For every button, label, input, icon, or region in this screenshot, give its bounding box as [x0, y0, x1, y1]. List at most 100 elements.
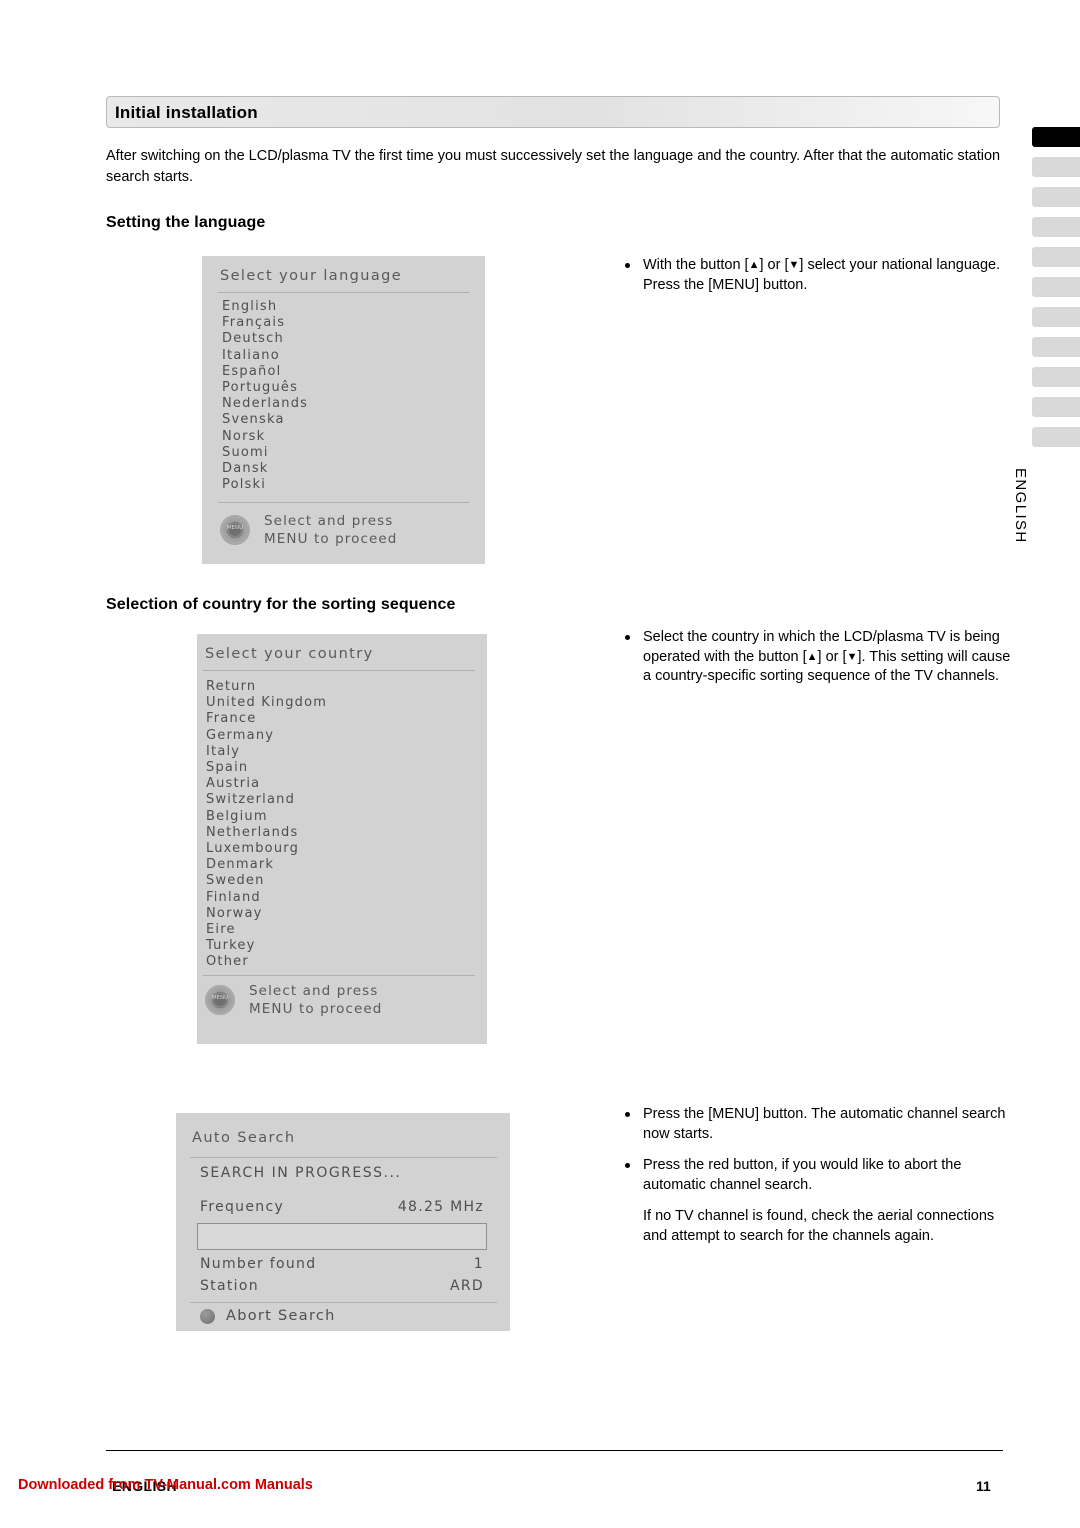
list-item[interactable]: Italy — [206, 744, 327, 760]
footer-line-1: Select and press — [249, 983, 379, 999]
list-item[interactable]: Netherlands — [206, 825, 327, 841]
list-item[interactable]: Germany — [206, 728, 327, 744]
divider — [203, 975, 475, 976]
edge-tab-active[interactable] — [1032, 127, 1080, 147]
edge-tab-8[interactable] — [1032, 337, 1080, 357]
osd-select-language: Select your language English Français De… — [202, 256, 485, 564]
list-item[interactable]: Nederlands — [222, 396, 308, 412]
download-watermark: Downloaded from TV-Manual.com Manuals — [18, 1477, 313, 1493]
frequency-label: Frequency — [200, 1199, 285, 1215]
search-progress-text: SEARCH IN PROGRESS... — [200, 1165, 402, 1181]
divider — [218, 502, 469, 503]
list-item[interactable]: Finland — [206, 890, 327, 906]
osd-language-footer-text: Select and press MENU to proceed — [264, 512, 397, 548]
station-row: Station ARD — [200, 1278, 484, 1294]
list-item[interactable]: Eire — [206, 922, 327, 938]
list-item[interactable]: Other — [206, 954, 327, 970]
navpad-label: MENU — [211, 995, 229, 1001]
page-title: Initial installation — [115, 103, 258, 122]
instructions-search: Press the [MENU] button. The automatic c… — [620, 1105, 1015, 1246]
list-item[interactable]: France — [206, 711, 327, 727]
edge-tab-4[interactable] — [1032, 217, 1080, 237]
footer-line-1: Select and press — [264, 513, 394, 529]
osd-select-country: Select your country Return United Kingdo… — [197, 634, 487, 1044]
list-item[interactable]: Return — [206, 679, 327, 695]
osd-language-title: Select your language — [220, 268, 403, 284]
bullet-text-b: ] or [ — [759, 257, 789, 273]
list-item[interactable]: Sweden — [206, 873, 327, 889]
edge-tab-7[interactable] — [1032, 307, 1080, 327]
down-arrow-icon: ▼ — [846, 650, 858, 663]
navpad-label: MENU — [226, 525, 244, 531]
list-item[interactable]: Switzerland — [206, 792, 327, 808]
navigation-pad-icon: MENU — [220, 515, 250, 545]
bullet-text-b: ] or [ — [817, 648, 847, 665]
osd-search-title: Auto Search — [192, 1130, 296, 1146]
up-arrow-icon: ▲ — [806, 650, 818, 663]
edge-tab-3[interactable] — [1032, 187, 1080, 207]
number-found-value: 1 — [473, 1256, 484, 1272]
instructions-language: With the button [▲] or [▼] select your n… — [620, 256, 1010, 307]
instructions-country: Select the country in which the LCD/plas… — [620, 628, 1015, 699]
station-value: ARD — [450, 1278, 484, 1294]
bullet-country-1: Select the country in which the LCD/plas… — [620, 628, 1015, 687]
number-found-label: Number found — [200, 1256, 317, 1272]
edge-tab-11[interactable] — [1032, 427, 1080, 447]
down-arrow-icon: ▼ — [788, 259, 800, 271]
list-item[interactable]: Norway — [206, 906, 327, 922]
heading-setting-the-language: Setting the language — [106, 214, 266, 231]
station-label: Station — [200, 1278, 259, 1294]
footer-page-number: 11 — [976, 1478, 991, 1494]
footer-divider — [106, 1450, 1003, 1451]
divider — [218, 292, 469, 293]
osd-country-list: Return United Kingdom France Germany Ita… — [206, 679, 327, 971]
bullet-search-2: Press the red button, if you would like … — [620, 1156, 1015, 1195]
footer-line-2: MENU to proceed — [264, 531, 398, 547]
osd-auto-search: Auto Search SEARCH IN PROGRESS... Freque… — [176, 1113, 510, 1331]
list-item[interactable]: Luxembourg — [206, 841, 327, 857]
divider — [190, 1157, 497, 1158]
search-progress-bar — [197, 1223, 487, 1250]
list-item[interactable]: Austria — [206, 776, 327, 792]
list-item[interactable]: Turkey — [206, 938, 327, 954]
bullet-language-1: With the button [▲] or [▼] select your n… — [620, 256, 1010, 295]
list-item[interactable]: United Kingdom — [206, 695, 327, 711]
list-item[interactable]: Español — [222, 364, 308, 380]
list-item[interactable]: Norsk — [222, 429, 308, 445]
bullet-search-1: Press the [MENU] button. The automatic c… — [620, 1105, 1015, 1144]
abort-search-button[interactable]: Abort Search — [200, 1308, 336, 1324]
footer-line-2: MENU to proceed — [249, 1001, 383, 1017]
bullet-text-a: With the button [ — [643, 257, 749, 273]
intro-paragraph: After switching on the LCD/plasma TV the… — [106, 148, 1001, 185]
list-item[interactable]: Deutsch — [222, 331, 308, 347]
list-item[interactable]: Suomi — [222, 445, 308, 461]
search-paragraph: If no TV channel is found, check the aer… — [643, 1208, 995, 1244]
edge-tab-5[interactable] — [1032, 247, 1080, 267]
list-item[interactable]: Português — [222, 380, 308, 396]
osd-country-footer-text: Select and press MENU to proceed — [249, 982, 382, 1018]
list-item[interactable]: Polski — [222, 477, 308, 493]
edge-tab-6[interactable] — [1032, 277, 1080, 297]
side-language-label: ENGLISH — [1012, 468, 1029, 544]
list-item[interactable]: Français — [222, 315, 308, 331]
edge-tab-9[interactable] — [1032, 367, 1080, 387]
frequency-row: Frequency 48.25 MHz — [200, 1199, 484, 1215]
divider — [203, 670, 475, 671]
list-item[interactable]: Svenska — [222, 412, 308, 428]
edge-tab-2[interactable] — [1032, 157, 1080, 177]
list-item[interactable]: English — [222, 299, 308, 315]
osd-language-footer: MENU Select and press MENU to proceed — [220, 512, 397, 548]
number-found-row: Number found 1 — [200, 1256, 484, 1272]
navigation-pad-icon: MENU — [205, 985, 235, 1015]
list-item[interactable]: Belgium — [206, 809, 327, 825]
edge-tab-10[interactable] — [1032, 397, 1080, 417]
osd-language-list: English Français Deutsch Italiano Españo… — [222, 299, 308, 493]
list-item[interactable]: Italiano — [222, 348, 308, 364]
up-arrow-icon: ▲ — [748, 259, 760, 271]
list-item[interactable]: Spain — [206, 760, 327, 776]
divider — [190, 1302, 497, 1303]
list-item[interactable]: Dansk — [222, 461, 308, 477]
osd-country-title: Select your country — [205, 646, 374, 662]
page-title-bar: Initial installation — [106, 96, 1000, 128]
list-item[interactable]: Denmark — [206, 857, 327, 873]
